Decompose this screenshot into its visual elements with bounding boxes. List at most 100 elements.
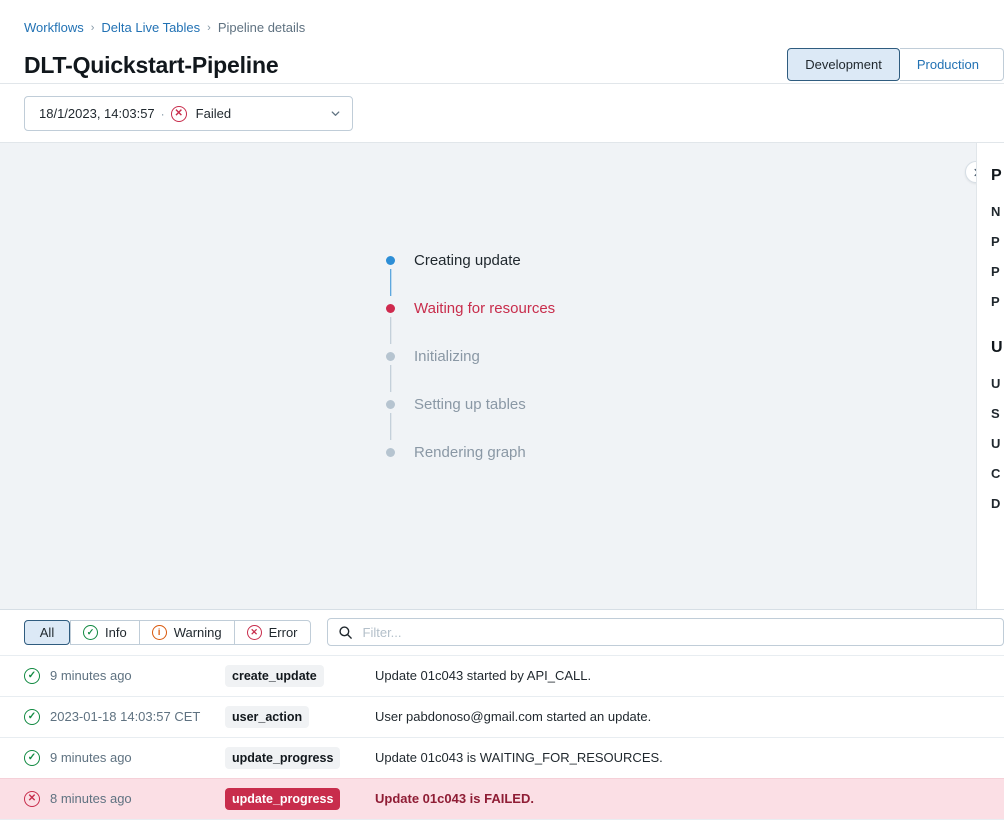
filter-tab-warning-label: Warning (173, 624, 222, 640)
event-type-cell: update_progress (225, 777, 375, 819)
progress-step: Initializing (384, 347, 555, 395)
event-type-badge: update_progress (225, 787, 341, 810)
check-circle-icon: ✓ (24, 667, 40, 684)
run-selector-dropdown[interactable]: 18/1/2023, 14:03:57 · ✕ Failed (24, 96, 353, 131)
side-panel-detail-row: P (991, 294, 1000, 309)
step-label: Creating update (414, 252, 521, 269)
event-message-cell: Update 01c043 started by API_CALL. (375, 654, 1004, 696)
side-panel-collapse-handle[interactable] (965, 161, 976, 183)
step-marker (384, 443, 397, 457)
event-log-search-wrapper[interactable] (326, 618, 1004, 646)
event-time-label: 2023-01-18 14:03:57 CET (50, 709, 201, 724)
event-log-table: ✓ 9 minutes ago create_update Update 01c… (0, 654, 1004, 819)
breadcrumb-item-pipeline-details: Pipeline details (217, 20, 306, 35)
event-type-cell: user_action (225, 695, 375, 737)
step-connector-line (389, 317, 392, 344)
side-panel-detail-row: N (991, 204, 1001, 219)
step-connector-line (389, 269, 392, 296)
pipeline-graph-pane: Creating update Waiting for resources In… (0, 143, 976, 609)
step-label: Setting up tables (414, 396, 526, 413)
side-panel-detail-row: P (991, 234, 1000, 249)
search-icon (338, 625, 353, 640)
table-row[interactable]: ✓ 9 minutes ago update_progress Update 0… (0, 736, 1004, 778)
filter-tab-info-label: Info (105, 624, 127, 640)
progress-step: Setting up tables (384, 395, 555, 443)
check-circle-icon: ✓ (24, 708, 40, 725)
side-panel-section-heading: P (991, 167, 1002, 184)
pipeline-details-side-panel: P N P P P U U S U C D (976, 143, 1004, 609)
filter-tab-info[interactable]: ✓ Info (70, 619, 139, 645)
event-message-cell: Update 01c043 is WAITING_FOR_RESOURCES. (375, 736, 1004, 778)
step-marker (384, 395, 397, 440)
run-timestamp: 18/1/2023, 14:03:57 (39, 106, 155, 121)
environment-toggle: Development Production (787, 48, 1004, 81)
table-row[interactable]: ✓ 9 minutes ago create_update Update 01c… (0, 654, 1004, 696)
progress-step: Rendering graph (384, 443, 555, 491)
side-panel-spacer (991, 317, 1004, 337)
check-circle-icon: ✓ (83, 624, 98, 640)
error-circle-icon: ✕ (24, 790, 40, 807)
event-time-cell: ✕ 8 minutes ago (0, 777, 225, 819)
table-row[interactable]: ✓ 2023-01-18 14:03:57 CET user_action Us… (0, 695, 1004, 737)
title-row: DLT-Quickstart-Pipeline Development Prod… (0, 37, 1004, 83)
run-status-label: Failed (195, 106, 232, 121)
breadcrumb: Workflows › Delta Live Tables › Pipeline… (0, 0, 1004, 37)
event-log-filter-group: All ✓ Info i Warning ✕ Error (24, 619, 311, 645)
breadcrumb-separator-icon: › (207, 22, 211, 34)
page-title: DLT-Quickstart-Pipeline (24, 51, 279, 78)
error-circle-icon: ✕ (246, 624, 262, 640)
breadcrumb-separator-icon: › (90, 22, 95, 34)
page-header: Workflows › Delta Live Tables › Pipeline… (0, 0, 1004, 84)
step-marker (384, 251, 397, 296)
step-dot-icon (386, 400, 395, 409)
event-log-search-input[interactable] (362, 624, 993, 640)
step-dot-icon (386, 304, 395, 313)
run-selector-bar: 18/1/2023, 14:03:57 · ✕ Failed (0, 84, 1004, 143)
progress-step: Waiting for resources (384, 299, 555, 347)
event-type-badge: user_action (225, 705, 310, 728)
step-connector-line (389, 365, 392, 392)
step-dot-icon (386, 352, 395, 361)
event-type-badge: create_update (225, 664, 324, 687)
step-dot-icon (386, 448, 395, 457)
event-log-toolbar: All ✓ Info i Warning ✕ Error Filter... (0, 610, 1004, 655)
side-panel-detail-row: U (991, 436, 1001, 451)
filter-tab-all-label: All (39, 624, 55, 640)
filter-tab-all[interactable]: All (24, 619, 70, 645)
step-label: Waiting for resources (414, 300, 556, 317)
pipeline-details-page: Workflows › Delta Live Tables › Pipeline… (0, 0, 1004, 820)
progress-step: Creating update (384, 251, 555, 299)
side-panel-detail-row: C (991, 466, 1001, 481)
env-button-production[interactable]: Production (899, 48, 1004, 81)
chevron-right-icon (974, 168, 976, 176)
side-panel-detail-row: S (991, 406, 1000, 421)
event-log-section: All ✓ Info i Warning ✕ Error Filter... ✓… (0, 608, 1004, 820)
event-time-label: 9 minutes ago (50, 750, 132, 765)
filter-tab-error-label: Error (268, 624, 298, 640)
breadcrumb-item-delta-live-tables[interactable]: Delta Live Tables (101, 19, 200, 37)
step-marker (384, 347, 397, 392)
side-panel-detail-row: U (991, 376, 1001, 391)
error-circle-x-icon: ✕ (170, 105, 187, 122)
event-time-cell: ✓ 2023-01-18 14:03:57 CET (0, 695, 225, 737)
step-label: Initializing (414, 348, 480, 365)
event-message-cell: User pabdonoso@gmail.com started an upda… (375, 695, 1004, 737)
event-time-cell: ✓ 9 minutes ago (0, 736, 225, 778)
event-type-cell: update_progress (225, 736, 375, 778)
side-panel-section-heading: U (991, 339, 1003, 356)
pipeline-progress-steps: Creating update Waiting for resources In… (384, 251, 555, 491)
table-row[interactable]: ✕ 8 minutes ago update_progress Update 0… (0, 777, 1004, 819)
event-time-label: 9 minutes ago (50, 668, 132, 683)
env-button-development[interactable]: Development (787, 48, 900, 81)
breadcrumb-item-workflows[interactable]: Workflows (24, 19, 84, 37)
event-time-cell: ✓ 9 minutes ago (0, 654, 225, 696)
filter-tab-warning[interactable]: i Warning (138, 619, 234, 645)
event-message-cell: Update 01c043 is FAILED. (375, 777, 1004, 819)
event-time-label: 8 minutes ago (50, 791, 132, 807)
side-panel-detail-row: P (991, 264, 1000, 279)
check-circle-icon: ✓ (24, 749, 40, 766)
event-type-badge: update_progress (225, 746, 341, 769)
body-region: Creating update Waiting for resources In… (0, 143, 1004, 609)
filter-tab-error[interactable]: ✕ Error (233, 619, 311, 645)
step-label: Rendering graph (414, 444, 526, 461)
